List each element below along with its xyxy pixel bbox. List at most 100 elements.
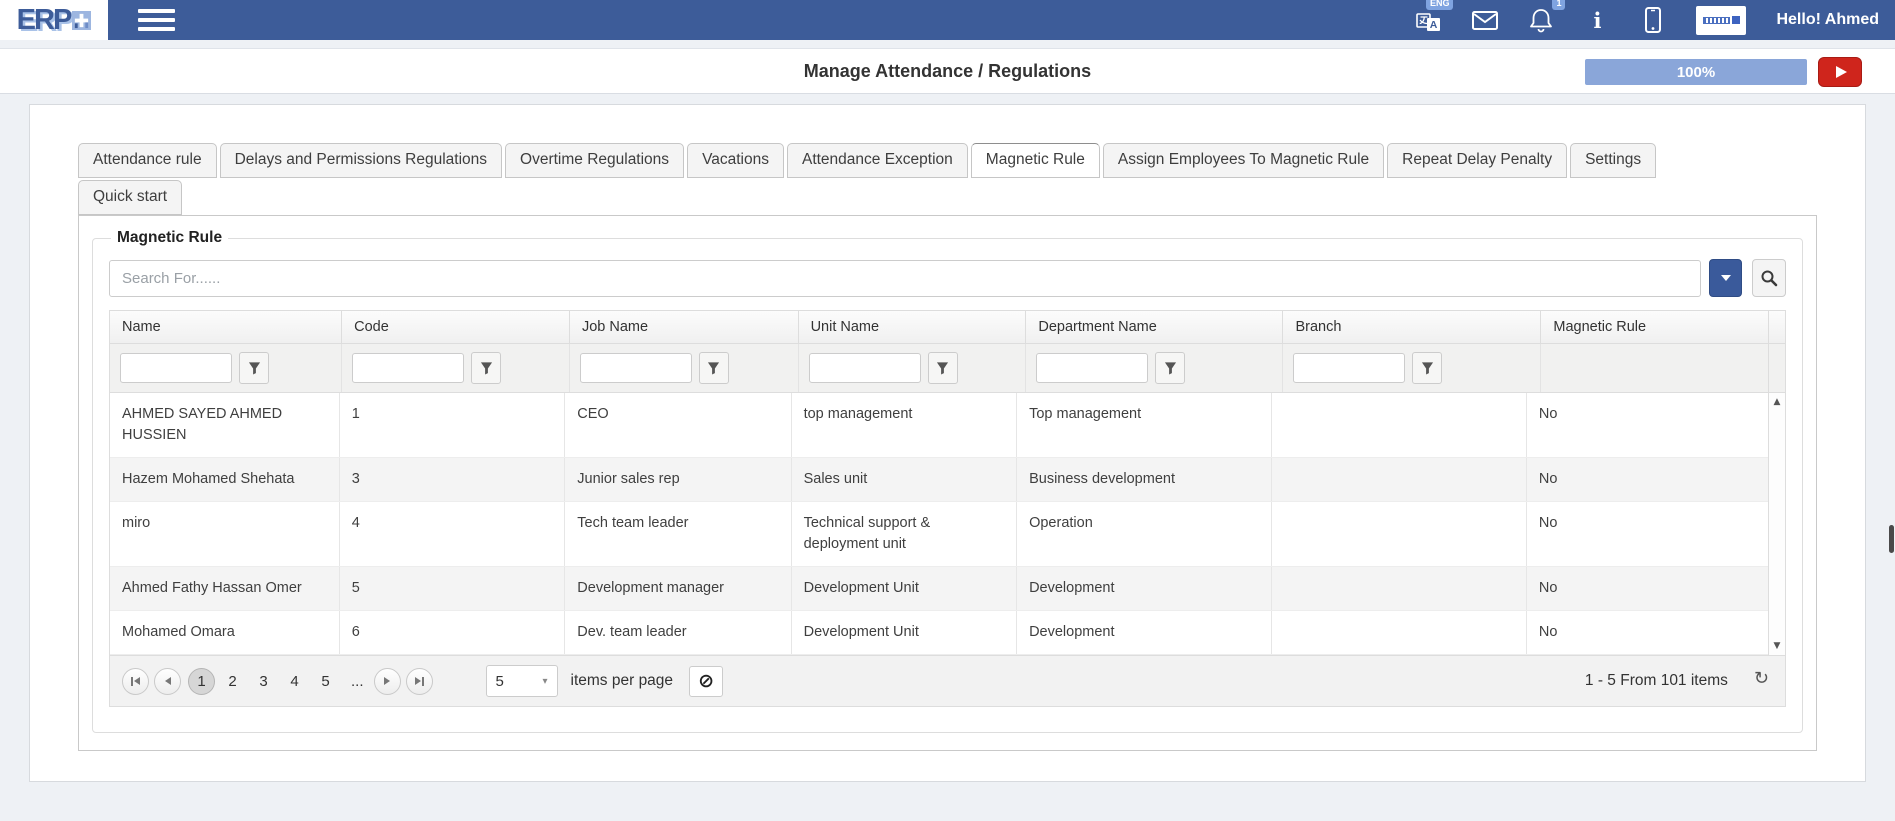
cell-department-name: Development [1016,567,1271,610]
video-play-button[interactable] [1818,57,1862,87]
funnel-icon [936,361,949,375]
funnel-icon [1164,361,1177,375]
filter-input-department-name[interactable] [1036,353,1148,383]
fieldset-legend: Magnetic Rule [111,229,228,247]
filter-cell-branch [1282,344,1540,392]
svg-text:A: A [1430,19,1438,31]
grid-vertical-scrollbar[interactable]: ▲ ▼ [1768,393,1785,655]
filter-button-job-name[interactable] [699,352,729,384]
info-icon[interactable]: i [1584,6,1610,34]
scroll-down-icon[interactable]: ▼ [1774,641,1781,651]
table-row[interactable]: AHMED SAYED AHMED HUSSIEN1CEOtop managem… [110,393,1768,458]
tab-overtime-regulations[interactable]: Overtime Regulations [505,143,684,178]
mail-icon[interactable] [1472,6,1498,34]
erp-logo[interactable]: ERP [0,0,108,40]
tab-attendance-rule[interactable]: Attendance rule [78,143,217,178]
table-row[interactable]: miro4Tech team leaderTechnical support &… [110,502,1768,567]
pager: 12345 ... 5 ▾ items per page ⊘ 1 - 5 Fro… [110,655,1785,706]
search-button[interactable] [1752,259,1786,297]
column-header-name[interactable]: Name [110,311,341,343]
brand-logo-text-mark [1703,17,1730,24]
cell-unit-name: Development Unit [791,611,1016,654]
filter-button-branch[interactable] [1412,352,1442,384]
page-scrollbar-thumb[interactable] [1889,525,1894,553]
cell-branch [1271,393,1526,457]
previous-page-button[interactable] [154,668,181,695]
page-button-3[interactable]: 3 [250,668,277,695]
top-navbar: ERP A ENG 1 i [0,0,1895,40]
filter-button-unit-name[interactable] [928,352,958,384]
page-button-1[interactable]: 1 [188,668,215,695]
menu-hamburger-icon[interactable] [138,9,175,31]
erp-logo-text: ERP [17,6,71,35]
select-caret-icon: ▾ [542,676,547,687]
cell-job-name: Tech team leader [564,502,790,566]
column-header-unit-name[interactable]: Unit Name [798,311,1026,343]
tab-delays-and-permissions-regulations[interactable]: Delays and Permissions Regulations [220,143,502,178]
tab-strip-row-1: Attendance ruleDelays and Permissions Re… [78,143,1817,178]
cell-code: 1 [339,393,564,457]
items-per-page-label: items per page [571,672,674,690]
column-header-code[interactable]: Code [341,311,569,343]
table-row[interactable]: Ahmed Fathy Hassan Omer5Development mana… [110,567,1768,611]
first-page-button[interactable] [122,668,149,695]
search-options-dropdown[interactable] [1709,259,1742,297]
notifications-bell-icon[interactable]: 1 [1528,6,1554,34]
table-row[interactable]: Hazem Mohamed Shehata3Junior sales repSa… [110,458,1768,502]
cell-magnetic-rule: No [1526,611,1768,654]
mobile-icon[interactable] [1640,6,1666,34]
column-header-job-name[interactable]: Job Name [569,311,798,343]
filter-input-branch[interactable] [1293,353,1405,383]
table-row[interactable]: Mohamed Omara6Dev. team leaderDevelopmen… [110,611,1768,655]
cell-code: 3 [339,458,564,501]
previous-page-icon [165,677,171,685]
envelope-glyph-icon [1472,11,1498,30]
page-button-5[interactable]: 5 [312,668,339,695]
tab-settings[interactable]: Settings [1570,143,1656,178]
tab-repeat-delay-penalty[interactable]: Repeat Delay Penalty [1387,143,1567,178]
first-page-icon [134,677,140,685]
filter-button-name[interactable] [239,352,269,384]
search-input[interactable] [109,260,1701,297]
filter-cell-magnetic-rule [1540,344,1768,392]
cancel-icon: ⊘ [698,670,714,692]
filter-button-department-name[interactable] [1155,352,1185,384]
filter-button-code[interactable] [471,352,501,384]
progress-bar: 100% [1585,59,1807,85]
column-header-magnetic-rule[interactable]: Magnetic Rule [1540,311,1768,343]
tab-assign-employees-to-magnetic-rule[interactable]: Assign Employees To Magnetic Rule [1103,143,1384,178]
employees-grid: NameCodeJob NameUnit NameDepartment Name… [109,310,1786,707]
language-translate-icon[interactable]: A ENG [1416,6,1442,34]
tab-vacations[interactable]: Vacations [687,143,784,178]
user-greeting[interactable]: Hello! Ahmed [1776,11,1879,29]
pager-ellipsis: ... [351,673,364,690]
cell-department-name: Development [1016,611,1271,654]
refresh-icon[interactable]: ↻ [1754,668,1769,689]
tab-magnetic-rule[interactable]: Magnetic Rule [971,143,1100,178]
next-page-button[interactable] [374,668,401,695]
cancel-filter-button[interactable]: ⊘ [689,666,723,697]
column-header-branch[interactable]: Branch [1282,311,1540,343]
grid-filter-row [110,343,1785,393]
scroll-up-icon[interactable]: ▲ [1774,397,1781,407]
bell-glyph-icon [1529,7,1553,33]
last-page-button[interactable] [406,668,433,695]
tab-strip-row-2: Quick start [78,180,1817,215]
search-row [109,259,1786,297]
filter-cell-department-name [1025,344,1282,392]
funnel-icon [248,361,261,375]
page-button-4[interactable]: 4 [281,668,308,695]
filter-input-code[interactable] [352,353,464,383]
tab-attendance-exception[interactable]: Attendance Exception [787,143,968,178]
cell-unit-name: Development Unit [791,567,1016,610]
filter-input-name[interactable] [120,353,232,383]
filter-input-unit-name[interactable] [809,353,921,383]
cell-branch [1271,502,1526,566]
search-icon [1760,269,1778,287]
cell-unit-name: Sales unit [791,458,1016,501]
page-button-2[interactable]: 2 [219,668,246,695]
tab-quick-start[interactable]: Quick start [78,180,182,215]
filter-input-job-name[interactable] [580,353,692,383]
column-header-department-name[interactable]: Department Name [1025,311,1282,343]
items-per-page-select[interactable]: 5 ▾ [486,665,558,697]
